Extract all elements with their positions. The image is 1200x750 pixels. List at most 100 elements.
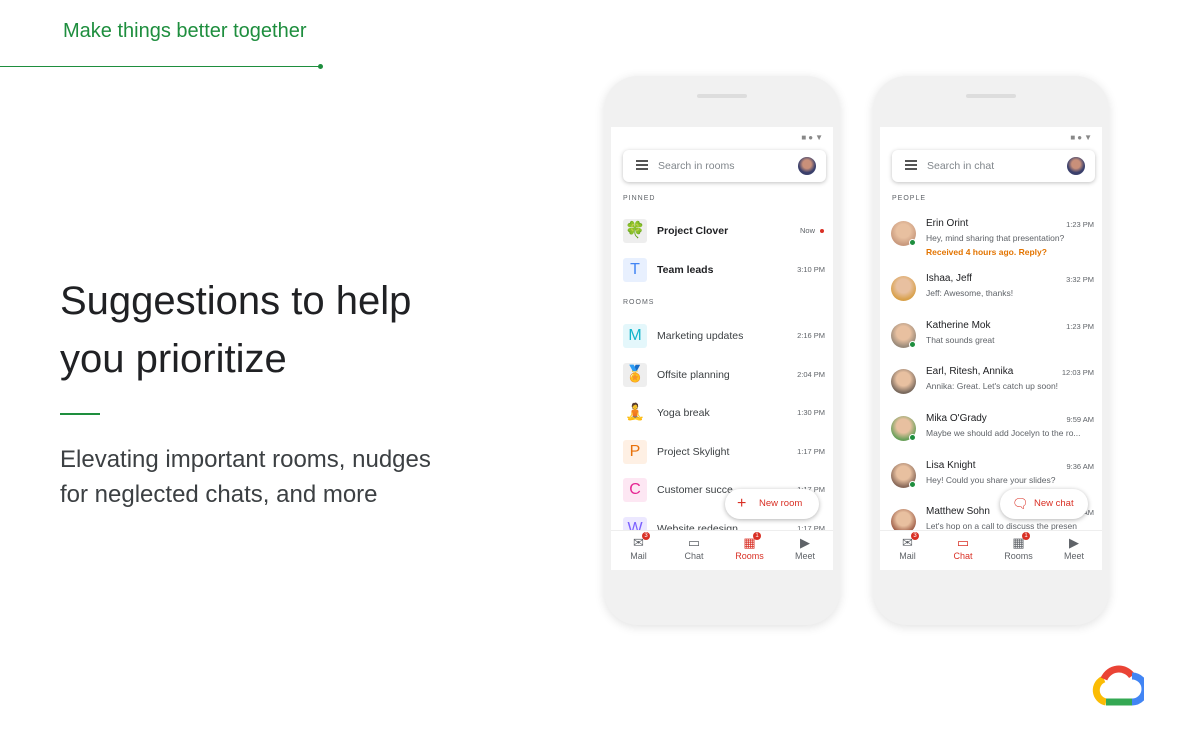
bottom-nav: ✉ 3 Mail ▭ Chat ▦ 1 Rooms ▶ Meet — [611, 530, 833, 570]
ribbon-icon: 🏅 — [623, 362, 647, 387]
room-row[interactable]: T Team leads 3:10 PM — [611, 252, 833, 288]
room-time: 2:16 PM — [797, 331, 825, 340]
reply-nudge[interactable]: Received 4 hours ago. Reply? — [926, 247, 1047, 257]
nav-label: Chat — [684, 551, 704, 561]
rooms-search-bar[interactable]: Search in rooms — [623, 150, 826, 182]
rooms-icon: ▦ 1 — [722, 532, 777, 551]
chat-time: 9:59 AM — [1066, 415, 1094, 424]
chat-preview: Hey! Could you share your slides? — [926, 475, 1056, 485]
meet-icon: ▶ — [1069, 535, 1079, 550]
room-row[interactable]: P Project Skylight 1:17 PM — [611, 434, 833, 470]
room-name: Team leads — [657, 264, 714, 276]
chat-preview: Maybe we should add Jocelyn to the ro... — [926, 428, 1081, 438]
tagline-divider — [0, 66, 320, 67]
notification-badge: 3 — [911, 532, 919, 540]
chat-row[interactable]: Mika O'Grady 9:59 AM Maybe we should add J… — [880, 413, 1102, 456]
chat-icon: ▭ — [687, 535, 701, 550]
yoga-icon: 🧘 — [623, 401, 647, 425]
people-section-label: PEOPLE — [892, 195, 927, 202]
tagline-divider-dot — [318, 64, 323, 69]
new-room-button[interactable]: + New room — [725, 489, 819, 519]
room-time: 1:30 PM — [797, 408, 825, 417]
nav-chat[interactable]: ▭ Chat — [667, 535, 722, 561]
chat-time: 12:03 PM — [1061, 368, 1094, 377]
room-name: Marketing updates — [657, 330, 744, 342]
nav-rooms[interactable]: ▦ 1 Rooms — [722, 532, 777, 561]
room-name: Project Clover — [657, 225, 729, 237]
nav-mail[interactable]: ✉ 3 Mail — [611, 532, 666, 561]
room-time: 3:10 PM — [797, 265, 825, 274]
chat-preview: That sounds great — [926, 335, 995, 345]
chat-bubble-icon: 🗨 — [1012, 496, 1029, 511]
status-bar-icons: ■●▼ — [1070, 133, 1094, 142]
chat-name: Mika O'Grady — [926, 413, 987, 424]
tagline: Make things better together — [63, 20, 307, 42]
menu-icon[interactable] — [636, 160, 648, 170]
rooms-search-input[interactable]: Search in rooms — [658, 160, 734, 172]
nav-rooms[interactable]: ▦ 1 Rooms — [991, 532, 1046, 561]
menu-icon[interactable] — [905, 160, 917, 170]
clover-icon: 🍀 — [623, 219, 647, 243]
chat-search-input[interactable]: Search in chat — [927, 160, 994, 172]
phone-speaker — [697, 94, 747, 98]
chat-row[interactable]: Erin Orint 1:23 PM Hey, mind sharing that … — [880, 218, 1102, 261]
phone-speaker — [966, 94, 1016, 98]
chat-preview: Annika: Great. Let's catch up soon! — [926, 381, 1059, 391]
chat-preview: Jeff: Awesome, thanks! — [926, 288, 1014, 298]
chat-name: Erin Orint — [926, 218, 969, 229]
chat-name: Ishaa, Jeff — [926, 273, 972, 284]
mail-icon: ✉ 3 — [880, 532, 935, 551]
chat-name: Lisa Knight — [926, 460, 976, 471]
new-chat-button[interactable]: 🗨 New chat — [1000, 489, 1088, 519]
plus-icon: + — [737, 495, 747, 512]
room-time: Now — [799, 226, 815, 235]
account-avatar[interactable] — [1067, 157, 1085, 175]
room-letter-avatar: M — [623, 324, 647, 348]
room-row[interactable]: M Marketing updates 2:16 PM — [611, 318, 833, 354]
notification-badge: 3 — [642, 532, 650, 540]
notification-badge: 1 — [753, 532, 761, 540]
online-status-dot — [909, 434, 916, 441]
room-time: 2:04 PM — [797, 369, 825, 379]
nav-label: Rooms — [735, 551, 764, 561]
chat-name: Matthew Sohn — [926, 506, 990, 517]
chat-preview: Hey, mind sharing that presentation? — [926, 233, 1065, 243]
chat-name: Katherine Mok — [926, 320, 991, 331]
room-name: Customer succe — [657, 484, 733, 496]
unread-dot — [820, 229, 824, 233]
headline-divider — [60, 413, 100, 415]
nav-label: Meet — [1063, 551, 1084, 561]
room-row[interactable]: 🍀 Project Clover Now — [611, 213, 833, 249]
room-row[interactable]: 🏅 Offsite planning 2:04 PM — [611, 357, 833, 393]
rooms-section-label: ROOMS — [623, 299, 655, 306]
room-letter-avatar: P — [623, 439, 647, 464]
headline: Suggestions to help you prioritize — [60, 279, 412, 381]
chat-row[interactable]: Ishaa, Jeff 3:32 PM Jeff: Awesome, thanks! — [880, 273, 1102, 316]
chat-time: 1:23 PM — [1066, 322, 1094, 331]
contact-avatar — [891, 276, 916, 301]
account-avatar[interactable] — [798, 157, 816, 175]
chat-row[interactable]: Katherine Mok 1:23 PM That sounds great — [880, 320, 1102, 363]
rooms-icon: ▦ 1 — [991, 532, 1046, 551]
chat-screen: ■●▼ Search in chat PEOPLE Erin Orint 1:23… — [880, 127, 1102, 570]
nav-chat[interactable]: ▭ Chat — [936, 535, 991, 561]
nav-mail[interactable]: ✉ 3 Mail — [880, 532, 935, 561]
online-status-dot — [909, 341, 916, 348]
nav-label: Mail — [630, 551, 647, 561]
chat-time: 3:32 PM — [1066, 275, 1094, 284]
nav-label: Rooms — [1004, 551, 1033, 561]
nav-meet[interactable]: ▶ Meet — [1047, 535, 1102, 561]
chat-search-bar[interactable]: Search in chat — [892, 150, 1095, 182]
room-name: Offsite planning — [657, 368, 730, 381]
contact-avatar — [891, 369, 916, 394]
nav-meet[interactable]: ▶ Meet — [778, 535, 833, 561]
rooms-phone: ■●▼ Search in rooms PINNED ROOMS 🍀 Projec… — [604, 76, 840, 625]
pinned-section-label: PINNED — [623, 195, 656, 202]
letter-avatar: T — [623, 258, 647, 282]
chat-row[interactable]: Earl, Ritesh, Annika 12:03 PM Annika: Grea… — [880, 366, 1102, 409]
room-time: 1:17 PM — [797, 446, 825, 456]
bottom-nav: ✉ 3 Mail ▭ Chat ▦ 1 Rooms ▶ Meet — [880, 530, 1102, 570]
subtext: Elevating important rooms, nudges for ne… — [60, 446, 431, 508]
room-row[interactable]: 🧘 Yoga break 1:30 PM — [611, 395, 833, 431]
google-cloud-logo — [1092, 665, 1144, 706]
